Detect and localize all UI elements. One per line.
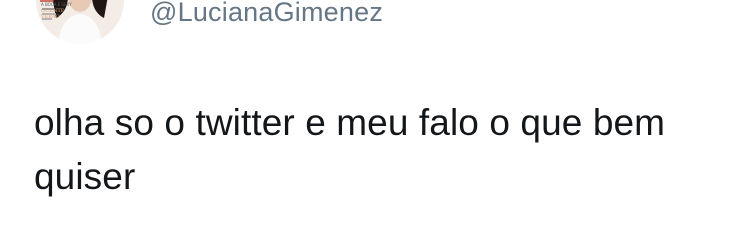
tweet-card: A BOCA É SEXY QUENTE VERÃO @LucianaGimen… <box>0 0 741 246</box>
magazine-text-1: A BOCA É SEXY <box>41 2 72 7</box>
user-handle[interactable]: @LucianaGimenez <box>150 0 383 28</box>
avatar[interactable]: A BOCA É SEXY QUENTE VERÃO <box>36 0 124 44</box>
tweet-text-line: olha so o twitter e meu falo o que bem <box>34 102 666 143</box>
profile-photo-icon: A BOCA É SEXY QUENTE VERÃO <box>36 0 124 44</box>
tweet-text: olha so o twitter e meu falo o que bem q… <box>34 96 724 204</box>
tweet-text-line: quiser <box>34 156 136 197</box>
magazine-text-3: VERÃO <box>40 12 60 20</box>
